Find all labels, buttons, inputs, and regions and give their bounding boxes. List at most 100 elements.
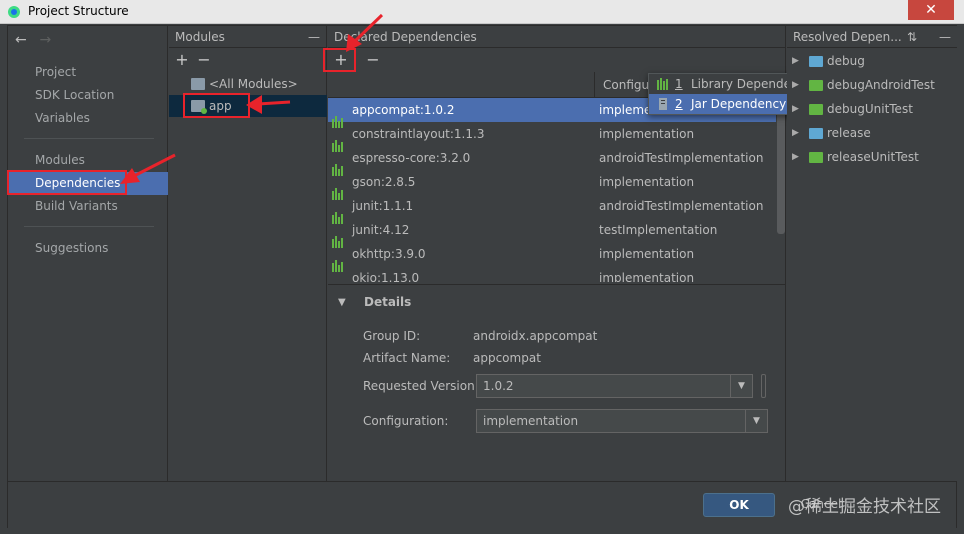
folder-icon bbox=[809, 152, 823, 163]
configuration-value: implementation bbox=[483, 414, 579, 428]
requested-version-value: 1.0.2 bbox=[483, 379, 514, 393]
details-section: ▼ Details Group ID: androidx.appcompat A… bbox=[328, 284, 785, 481]
requested-version-combo[interactable]: 1.0.2 ▼ bbox=[476, 374, 753, 398]
resolved-item-label: debugAndroidTest bbox=[827, 78, 935, 92]
resolved-item[interactable]: ▶ releaseUnitTest bbox=[787, 145, 957, 169]
dependency-row[interactable]: gson:2.8.5 implementation bbox=[328, 170, 776, 200]
expand-triangle-icon[interactable]: ▶ bbox=[792, 145, 799, 169]
resolved-item[interactable]: ▶ debugAndroidTest bbox=[787, 73, 957, 97]
dependency-name: constraintlayout:1.1.3 bbox=[352, 127, 485, 141]
configuration-label: Configuration: bbox=[363, 414, 449, 428]
dependency-row[interactable]: okhttp:3.9.0 implementation bbox=[328, 242, 776, 272]
expand-triangle-icon[interactable]: ▶ bbox=[792, 97, 799, 121]
library-icon bbox=[332, 176, 344, 200]
dropdown-arrow-icon[interactable]: ▼ bbox=[745, 410, 767, 432]
dependency-name: espresso-core:3.2.0 bbox=[352, 151, 471, 165]
dependency-row[interactable]: constraintlayout:1.1.3 implementation bbox=[328, 122, 776, 152]
dependency-row[interactable]: espresso-core:3.2.0 androidTestImplementa… bbox=[328, 146, 776, 176]
requested-version-label: Requested Version: bbox=[363, 379, 479, 393]
dependency-name: appcompat:1.0.2 bbox=[352, 103, 455, 117]
library-icon bbox=[332, 224, 344, 248]
dependency-configuration: implementation bbox=[599, 175, 695, 189]
declared-toolbar: + − bbox=[328, 49, 785, 71]
annotation-arrow-add bbox=[346, 13, 384, 52]
annotation-box-dependencies bbox=[7, 170, 127, 195]
folder-icon bbox=[809, 104, 823, 115]
nav-divider bbox=[24, 226, 154, 227]
declared-header: Declared Dependencies bbox=[328, 26, 785, 48]
dependency-configuration: implementation bbox=[599, 247, 695, 261]
resolved-item[interactable]: ▶ debug bbox=[787, 49, 957, 73]
nav-item-build-variants[interactable]: Build Variants bbox=[8, 195, 168, 218]
library-icon bbox=[332, 272, 344, 282]
resolved-item[interactable]: ▶ release bbox=[787, 121, 957, 145]
nav-item-variables[interactable]: Variables bbox=[8, 107, 168, 130]
folder-icon bbox=[809, 128, 823, 139]
android-studio-icon bbox=[8, 6, 20, 18]
dependency-configuration: androidTestImplementation bbox=[599, 151, 764, 165]
nav-item-sdk-location[interactable]: SDK Location bbox=[8, 84, 168, 107]
configuration-combo[interactable]: implementation ▼ bbox=[476, 409, 768, 433]
version-extra-button[interactable] bbox=[761, 374, 766, 398]
modules-toolbar: + − bbox=[169, 49, 326, 71]
dependency-configuration: implementation bbox=[599, 127, 695, 141]
minimize-icon[interactable]: — bbox=[308, 26, 320, 48]
dependency-name: junit:4.12 bbox=[352, 223, 410, 237]
library-icon bbox=[332, 248, 344, 272]
resolved-item-label: debugUnitTest bbox=[827, 102, 913, 116]
collapse-triangle-icon[interactable]: ▼ bbox=[338, 297, 346, 308]
popup-item-number: 2 bbox=[675, 97, 683, 111]
expand-triangle-icon[interactable]: ▶ bbox=[792, 73, 799, 97]
artifact-name-value: appcompat bbox=[473, 351, 541, 365]
resolved-item-label: releaseUnitTest bbox=[827, 150, 919, 164]
dropdown-arrow-icon[interactable]: ▼ bbox=[730, 375, 752, 397]
dependency-row[interactable]: junit:1.1.1 androidTestImplementation bbox=[328, 194, 776, 224]
details-title: Details bbox=[364, 295, 412, 309]
modules-header-label: Modules bbox=[175, 30, 225, 44]
resolved-header: Resolved Depen... ⇅ — bbox=[787, 26, 957, 48]
jar-icon bbox=[659, 98, 667, 110]
annotation-arrow-app bbox=[246, 95, 291, 114]
watermark: @稀土掘金技术社区 bbox=[788, 497, 941, 517]
resolved-item[interactable]: ▶ debugUnitTest bbox=[787, 97, 957, 121]
nav-item-project[interactable]: Project bbox=[8, 61, 168, 84]
annotation-arrow-dependencies bbox=[120, 153, 176, 184]
dependency-configuration: implementation bbox=[599, 271, 695, 282]
folder-icon bbox=[809, 80, 823, 91]
dependency-name: okhttp:3.9.0 bbox=[352, 247, 426, 261]
group-id-label: Group ID: bbox=[363, 329, 421, 343]
scrollbar[interactable] bbox=[777, 98, 785, 234]
folder-icon bbox=[809, 56, 823, 67]
forward-arrow-icon[interactable]: → bbox=[39, 32, 59, 48]
dependency-name: okio:1.13.0 bbox=[352, 271, 420, 282]
add-module-button[interactable]: + bbox=[173, 49, 191, 71]
group-id-value: androidx.appcompat bbox=[473, 329, 598, 343]
remove-module-button[interactable]: − bbox=[195, 49, 213, 71]
dependency-configuration: testImplementation bbox=[599, 223, 718, 237]
expand-triangle-icon[interactable]: ▶ bbox=[792, 121, 799, 145]
nav-divider bbox=[24, 138, 154, 139]
ok-button[interactable]: OK bbox=[703, 493, 775, 517]
resolved-item-label: release bbox=[827, 126, 871, 140]
nav-panel: ← → Project SDK Location Variables Modul… bbox=[8, 26, 168, 481]
library-icon bbox=[332, 128, 344, 152]
expand-triangle-icon[interactable]: ▶ bbox=[792, 49, 799, 73]
title-bar: Project Structure ✕ bbox=[0, 0, 964, 24]
back-arrow-icon[interactable]: ← bbox=[15, 32, 35, 48]
nav-item-suggestions[interactable]: Suggestions bbox=[8, 237, 168, 260]
project-structure-dialog: ← → Project SDK Location Variables Modul… bbox=[7, 25, 957, 528]
dependency-row[interactable]: junit:4.12 testImplementation bbox=[328, 218, 776, 248]
dependency-row[interactable]: okio:1.13.0 implementation bbox=[328, 266, 776, 282]
resolved-header-label: Resolved Depen... bbox=[793, 30, 902, 44]
modules-header: Modules — bbox=[169, 26, 326, 48]
dependency-name: junit:1.1.1 bbox=[352, 199, 414, 213]
annotation-box-app bbox=[183, 93, 250, 118]
library-icon bbox=[657, 78, 668, 90]
minimize-icon[interactable]: — bbox=[939, 26, 951, 48]
sort-icon[interactable]: ⇅ bbox=[907, 26, 917, 48]
resolved-dependencies-panel: Resolved Depen... ⇅ — ▶ debug ▶ debugAndroi… bbox=[787, 26, 957, 481]
close-button[interactable]: ✕ bbox=[908, 0, 954, 20]
library-icon bbox=[332, 104, 344, 128]
artifact-name-label: Artifact Name: bbox=[363, 351, 451, 365]
dependency-configuration: androidTestImplementation bbox=[599, 199, 764, 213]
